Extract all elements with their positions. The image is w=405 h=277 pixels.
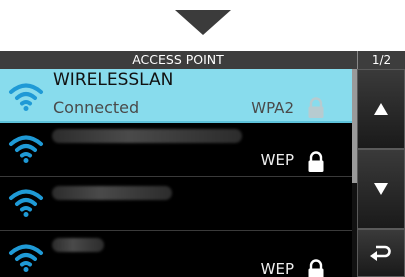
back-button[interactable] [357, 229, 405, 277]
obscured-ssid [52, 129, 242, 143]
access-point-row[interactable]: WEP [0, 231, 352, 277]
access-point-row[interactable]: WIRELESSLAN Connected WPA2 [0, 69, 352, 123]
lock-icon [308, 259, 324, 277]
wifi-icon [9, 244, 43, 272]
down-arrow-icon [374, 183, 388, 195]
lock-icon [308, 97, 324, 118]
ssid-label: WIRELESSLAN [53, 70, 174, 90]
lock-icon [308, 151, 324, 172]
obscured-ssid [52, 186, 172, 200]
return-arrow-icon [370, 245, 391, 261]
access-point-list: WIRELESSLAN Connected WPA2 WEP WEP [0, 69, 352, 277]
access-point-row[interactable]: WEP [0, 123, 352, 177]
wifi-icon [9, 189, 43, 217]
down-triangle-icon [175, 10, 231, 35]
access-point-row[interactable] [0, 177, 352, 231]
scroll-down-button[interactable] [357, 149, 405, 229]
connection-status: Connected [53, 98, 140, 117]
encryption-label: WEP [260, 151, 294, 169]
scroll-up-button[interactable] [357, 69, 405, 149]
title-bar: ACCESS POINT 1/2 [0, 51, 405, 69]
access-point-screen: ACCESS POINT 1/2 WIRELESSLAN Connected W… [0, 51, 405, 277]
page-indicator: 1/2 [371, 53, 392, 67]
encryption-label: WPA2 [251, 99, 294, 117]
wifi-icon [9, 135, 43, 163]
up-arrow-icon [374, 103, 388, 115]
obscured-ssid [52, 238, 104, 252]
encryption-label: WEP [260, 260, 294, 277]
screen-title: ACCESS POINT [132, 52, 224, 67]
wifi-icon [9, 83, 43, 111]
